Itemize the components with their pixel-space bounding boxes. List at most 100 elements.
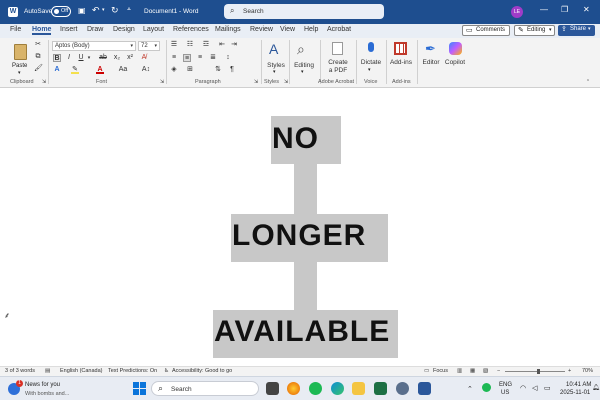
font-launcher-icon[interactable]: ⇲: [158, 78, 166, 86]
greenapp-icon[interactable]: [309, 382, 322, 395]
font-color-icon[interactable]: A: [96, 66, 104, 74]
grow-font-icon[interactable]: A↕: [140, 66, 152, 74]
volume-icon[interactable]: ◁: [532, 384, 537, 392]
tab-help[interactable]: Help: [304, 26, 318, 33]
tab-draw[interactable]: Draw: [87, 26, 103, 33]
bold-button[interactable]: B: [53, 54, 61, 62]
web-layout-icon[interactable]: ▧: [483, 368, 488, 374]
tab-home[interactable]: Home: [32, 26, 52, 35]
tab-insert[interactable]: Insert: [60, 26, 78, 33]
highlight-icon[interactable]: ✎: [71, 66, 79, 74]
focus-button[interactable]: Focus: [433, 368, 448, 374]
proofing-icon[interactable]: ▤: [45, 368, 50, 374]
clipboard-launcher-icon[interactable]: ⇲: [40, 78, 48, 86]
show-marks-icon[interactable]: ¶: [228, 66, 236, 74]
tab-file[interactable]: File: [10, 26, 21, 33]
minimize-button[interactable]: —: [540, 5, 548, 14]
file-explorer-icon[interactable]: [352, 382, 365, 395]
undo-dropdown-icon[interactable]: ▾: [102, 7, 105, 13]
clock-date[interactable]: 2025-11-01: [560, 390, 590, 396]
dictate-button[interactable]: Dictate ▾: [359, 41, 383, 75]
zoom-slider-thumb[interactable]: [537, 369, 540, 374]
borders-icon[interactable]: ⊞: [186, 66, 194, 74]
battery-icon[interactable]: ▭: [544, 384, 551, 392]
decrease-indent-icon[interactable]: ⇤: [218, 41, 226, 49]
underline-button[interactable]: U: [77, 54, 85, 62]
redo-icon[interactable]: ↻: [111, 5, 119, 16]
taskbar-search[interactable]: ⌕ Search: [151, 381, 259, 396]
notification-bell-icon[interactable]: 🔔︎: [592, 384, 600, 391]
accessibility-status[interactable]: Accessibility: Good to go: [172, 368, 232, 374]
customize-toolbar-icon[interactable]: ⩡: [127, 6, 131, 14]
font-name-select[interactable]: Aptos (Body) ▾: [52, 41, 136, 51]
collapse-ribbon-icon[interactable]: ⌃: [584, 78, 592, 86]
close-button[interactable]: ✕: [583, 5, 590, 14]
tab-acrobat[interactable]: Acrobat: [327, 26, 351, 33]
comments-button[interactable]: ▭ Comments: [462, 25, 510, 36]
task-view-icon[interactable]: [266, 382, 279, 395]
zoom-out-button[interactable]: −: [497, 368, 500, 374]
editing-button[interactable]: ⌕ Editing ▾: [292, 41, 316, 75]
wifi-icon[interactable]: ◠: [520, 384, 526, 392]
excel-icon[interactable]: [374, 382, 387, 395]
strikethrough-button[interactable]: ab: [99, 54, 107, 62]
increase-indent-icon[interactable]: ⇥: [230, 41, 238, 49]
text-predictions-status[interactable]: Text Predictions: On: [108, 368, 157, 374]
superscript-button[interactable]: x²: [126, 54, 134, 62]
align-right-icon[interactable]: ≡: [196, 54, 204, 62]
text-effects-icon[interactable]: A: [53, 66, 61, 74]
clear-format-icon[interactable]: A̸: [140, 54, 148, 62]
language-indicator-1[interactable]: ENG: [499, 382, 512, 388]
firefox-icon[interactable]: [287, 382, 300, 395]
subscript-button[interactable]: x₂: [113, 54, 121, 62]
zoom-level[interactable]: 70%: [582, 368, 593, 374]
bullets-icon[interactable]: ☰: [170, 41, 178, 49]
numbering-icon[interactable]: ☷: [186, 41, 194, 49]
language-indicator-2[interactable]: US: [501, 390, 509, 396]
app-tray-icon[interactable]: [482, 383, 491, 392]
language-status[interactable]: English (Canada): [60, 368, 103, 374]
justify-icon[interactable]: ≣: [209, 54, 217, 62]
change-case-icon[interactable]: Aa: [116, 66, 130, 74]
align-center-icon[interactable]: ≡: [183, 54, 191, 62]
print-layout-icon[interactable]: ▦: [470, 368, 475, 374]
tab-view[interactable]: View: [280, 26, 295, 33]
settings-icon[interactable]: [396, 382, 409, 395]
tab-layout[interactable]: Layout: [143, 26, 164, 33]
word-count[interactable]: 3 of 3 words: [5, 368, 35, 374]
multilevel-list-icon[interactable]: ☲: [202, 41, 210, 49]
tab-mailings[interactable]: Mailings: [215, 26, 241, 33]
create-pdf-button[interactable]: Create a PDF: [325, 41, 351, 75]
underline-options-icon[interactable]: ▾: [85, 54, 93, 62]
word-taskbar-icon[interactable]: [418, 382, 431, 395]
editing-mode-button[interactable]: ✎ Editing ▾: [514, 25, 555, 36]
start-button[interactable]: [133, 382, 146, 395]
autosave-toggle[interactable]: Off: [51, 6, 71, 17]
avatar[interactable]: LE: [511, 6, 523, 18]
show-hidden-icons[interactable]: ⌃: [467, 385, 473, 393]
search-box[interactable]: ⌕ Search: [224, 4, 384, 19]
styles-button[interactable]: A Styles ▾: [265, 41, 287, 75]
zoom-in-button[interactable]: +: [568, 368, 571, 374]
copilot-button[interactable]: Copilot: [443, 41, 467, 75]
format-painter-icon[interactable]: 🖌: [34, 65, 43, 73]
clock-time[interactable]: 10:41 AM: [566, 382, 591, 388]
zoom-slider[interactable]: [505, 369, 565, 374]
paste-button[interactable]: Paste ▾: [10, 42, 32, 76]
shading-icon[interactable]: ◈: [170, 66, 178, 74]
read-mode-icon[interactable]: ▥: [457, 368, 462, 374]
cut-icon[interactable]: ✂: [34, 41, 42, 49]
line-spacing-icon[interactable]: ↕: [224, 54, 232, 62]
restore-button[interactable]: ❐: [561, 5, 568, 14]
addins-button[interactable]: Add-ins: [389, 41, 413, 75]
edge-icon[interactable]: [331, 382, 344, 395]
editor-button[interactable]: ✒ Editor: [420, 41, 442, 75]
share-button[interactable]: ⇪ Share ▾: [558, 25, 595, 36]
undo-icon[interactable]: ↶: [92, 5, 100, 16]
tab-review[interactable]: Review: [250, 26, 273, 33]
font-size-select[interactable]: 72 ▾: [138, 41, 160, 51]
document-canvas[interactable]: NO LONGER AVAILABLE ⸙: [0, 88, 600, 366]
copy-icon[interactable]: ⧉: [34, 53, 42, 61]
align-left-icon[interactable]: ≡: [170, 54, 178, 62]
paragraph-launcher-icon[interactable]: ⇲: [252, 78, 260, 86]
